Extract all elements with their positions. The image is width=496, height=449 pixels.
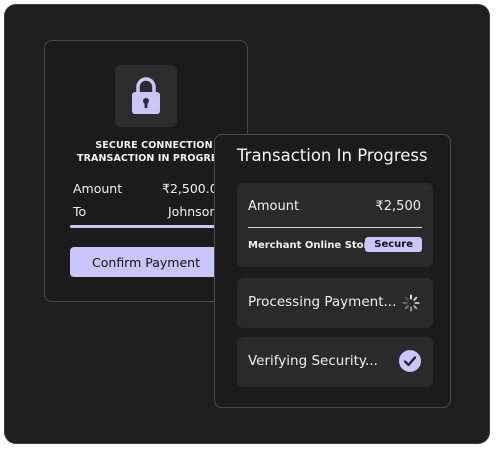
amount-panel: Amount ₹2,500 Merchant Online Store Secu… bbox=[237, 183, 433, 267]
merchant-name: Merchant Online Store bbox=[248, 240, 376, 251]
amount-value: ₹2,500 bbox=[375, 199, 422, 214]
lock-icon bbox=[132, 77, 160, 114]
to-value: Johnson bbox=[168, 204, 218, 219]
step-label: Verifying Security... bbox=[248, 353, 378, 369]
secure-badge: Secure bbox=[365, 237, 422, 252]
card-title: Transaction In Progress bbox=[237, 146, 428, 165]
lock-icon-box bbox=[115, 65, 177, 127]
spinner-icon bbox=[402, 294, 420, 312]
amount-label: Amount bbox=[248, 199, 300, 214]
confirm-payment-button[interactable]: Confirm Payment bbox=[70, 247, 222, 277]
step-verifying-security: Verifying Security... bbox=[237, 337, 433, 387]
transaction-card: Transaction In Progress Amount ₹2,500 Me… bbox=[214, 134, 451, 408]
step-label: Processing Payment... bbox=[248, 294, 397, 310]
to-label: To bbox=[73, 204, 87, 219]
amount-divider bbox=[248, 227, 422, 228]
amount-label: Amount bbox=[73, 181, 123, 196]
check-icon bbox=[399, 350, 421, 372]
step-processing-payment: Processing Payment... bbox=[237, 278, 433, 328]
